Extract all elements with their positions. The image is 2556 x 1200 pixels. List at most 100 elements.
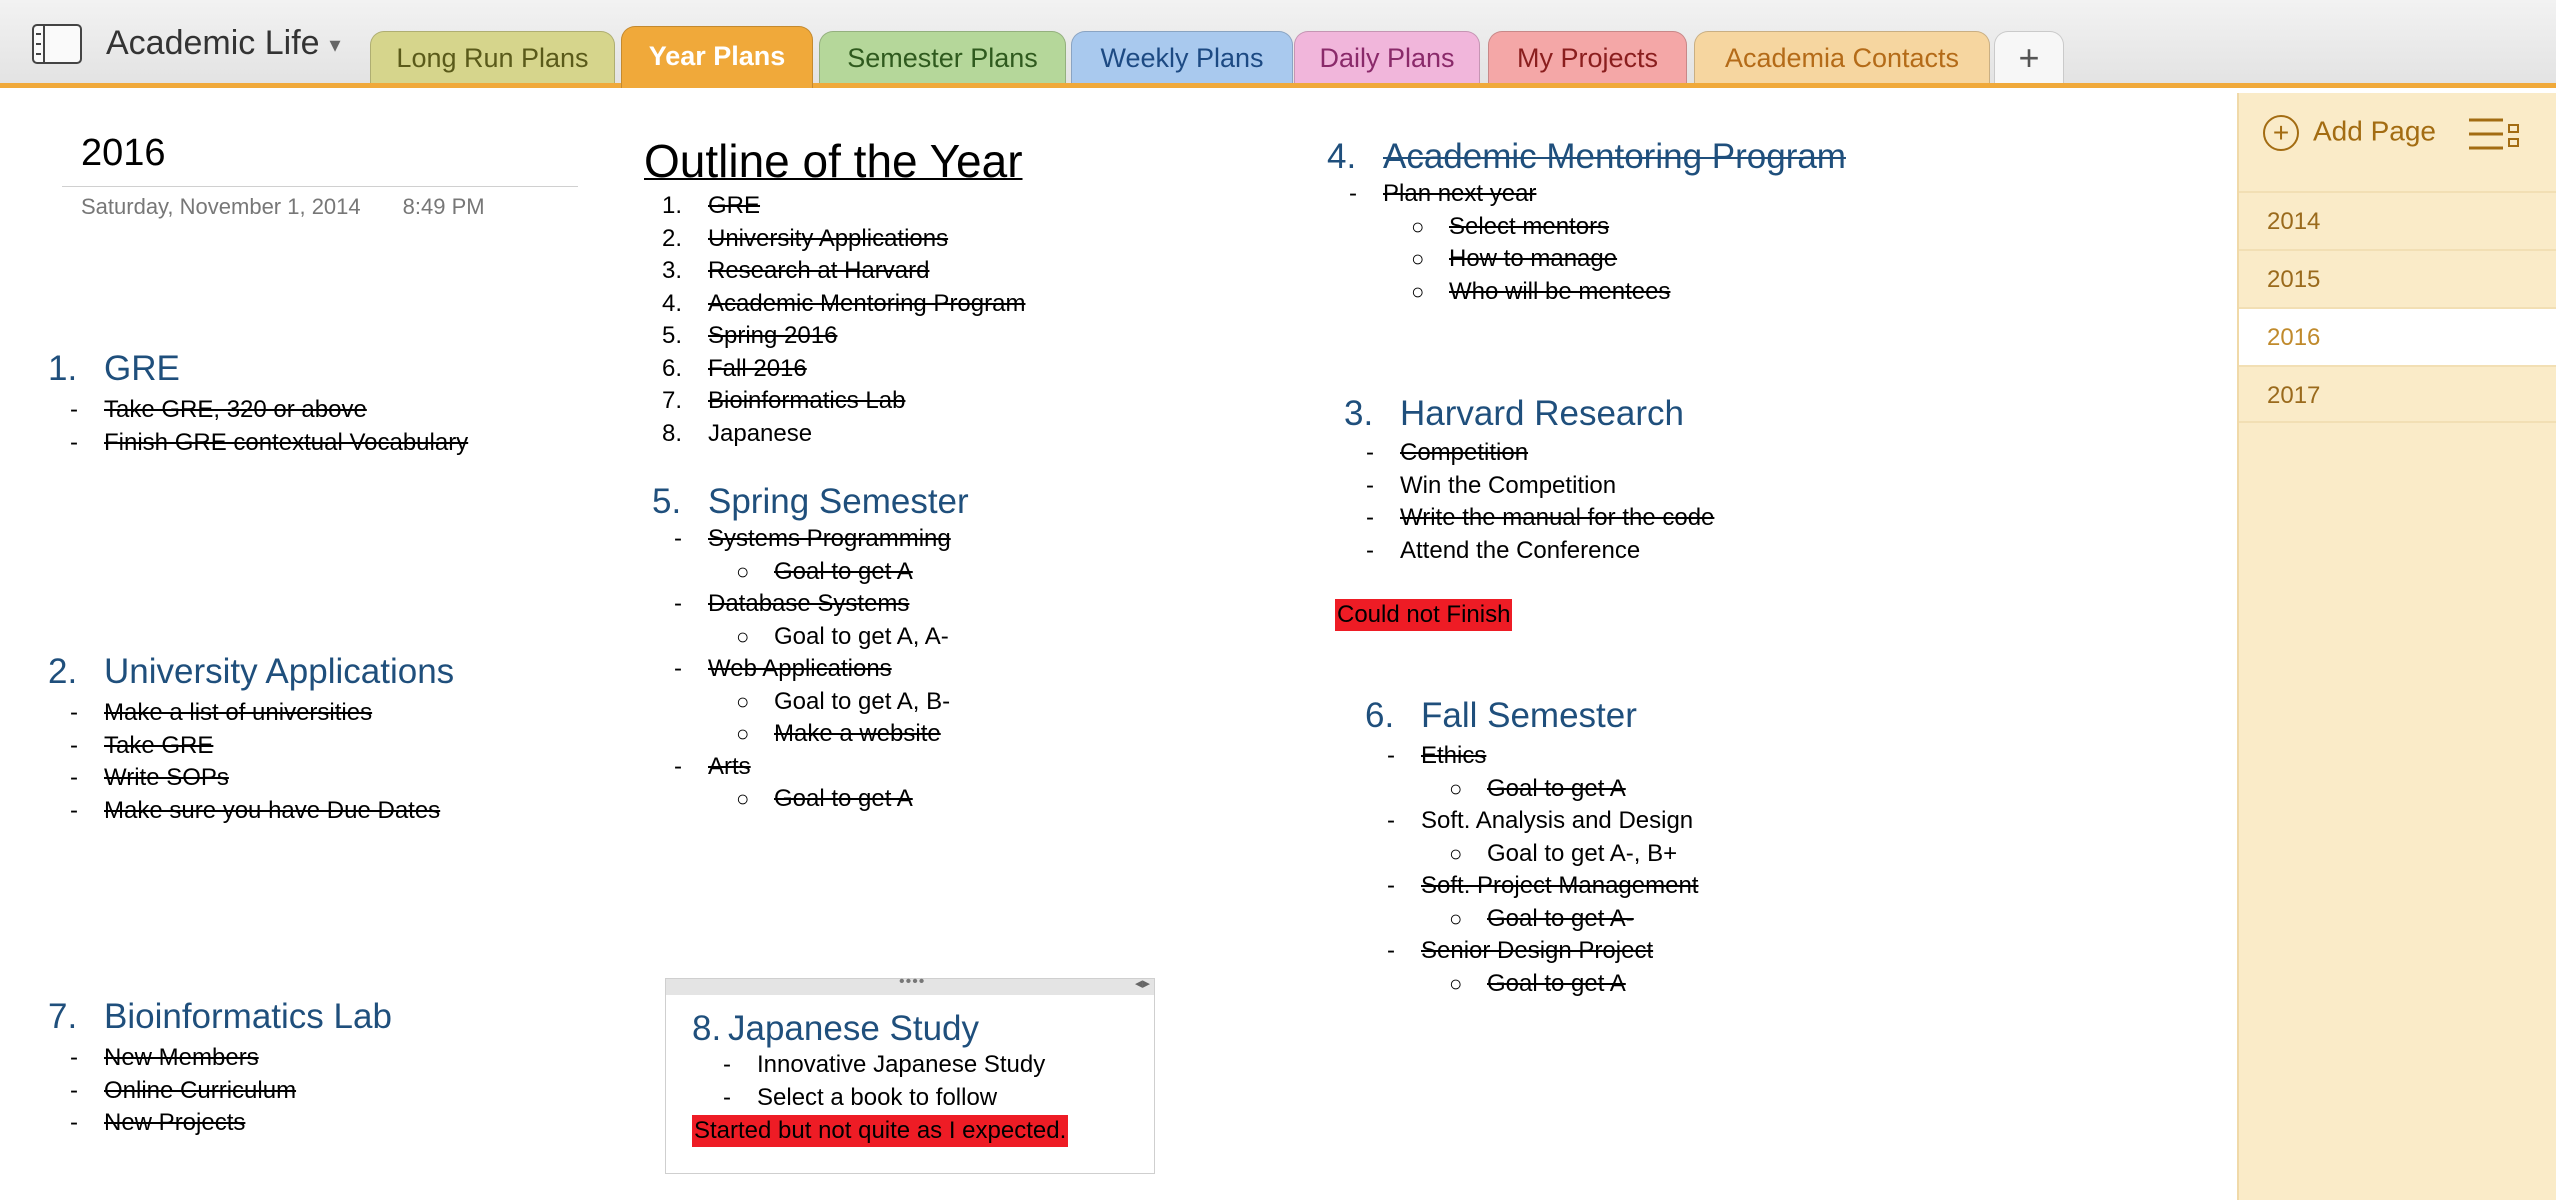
sub-list-item[interactable]: ○ Goal to get A [736,556,951,589]
dash-marker: - [674,655,682,682]
list-item[interactable]: - Select a book to follow [723,1082,1045,1115]
sub-list-item[interactable]: ○ Who will be mentees [1411,276,1671,309]
page-item-2016[interactable]: 2016 [2239,307,2556,365]
list-item[interactable]: - Win the Competition [1366,470,1714,503]
list-item-text: Database Systems [708,590,910,617]
bullet-marker: ○ [736,721,750,746]
note-container-japanese[interactable]: •••• ◂▸ 8. Japanese Study - Innovative Jap… [665,973,1155,1174]
list-item[interactable]: - Database Systems [674,588,951,621]
page-sort-button[interactable] [2467,115,2521,153]
dash-marker: - [1349,180,1357,207]
section-number: 6. [1365,696,1395,735]
section-heading-academic-mentoring[interactable]: 4. Academic Mentoring Program [1327,137,1846,177]
outline-item[interactable]: 6. Fall 2016 [662,353,1025,386]
page-item-2017[interactable]: 2017 [2239,365,2556,423]
tab-my-projects[interactable]: My Projects [1488,31,1687,83]
section-heading-japanese-study[interactable]: 8. Japanese Study [692,1009,979,1049]
list-item-text: Goal to get A, B- [774,687,951,715]
list-item[interactable]: - Ethics [1387,740,1698,773]
list-item[interactable]: - Write SOPs [70,762,440,795]
outline-item[interactable]: 4. Academic Mentoring Program [662,288,1025,321]
outline-item[interactable]: 3. Research at Harvard [662,255,1025,288]
page-item-2014[interactable]: 2014 [2239,191,2556,249]
page-item-label: 2016 [2267,324,2321,351]
list-item[interactable]: - Arts [674,751,951,784]
list-item[interactable]: - Web Applications [674,653,951,686]
sub-list-item[interactable]: ○ Goal to get A-, B+ [1449,838,1698,871]
tab-daily-plans[interactable]: Daily Plans [1294,31,1480,83]
sub-list-item[interactable]: ○ Goal to get A, A- [736,621,951,654]
outline-title[interactable]: Outline of the Year [644,134,1023,188]
section-heading-fall-semester[interactable]: 6. Fall Semester [1365,696,1637,736]
list-item[interactable]: - Senior Design Project [1387,935,1698,968]
sub-list-item[interactable]: ○ Goal to get A- [1449,903,1698,936]
outline-item[interactable]: 1. GRE [662,190,1025,223]
outline-item[interactable]: 5. Spring 2016 [662,320,1025,353]
outline-number: 4. [662,289,683,317]
list-item[interactable]: - Finish GRE contextual Vocabulary [70,427,468,460]
page-title[interactable]: 2016 [81,132,166,175]
list-item[interactable]: - New Projects [70,1107,296,1140]
outline-number: 8. [662,419,683,447]
page-list-sidebar: + Add Page 2014 2015 2016 2017 [2237,93,2556,1200]
outline-item[interactable]: 2. University Applications [662,223,1025,256]
list-item-text: Who will be mentees [1449,277,1671,305]
page-date: Saturday, November 1, 2014 8:49 PM [81,194,485,220]
outline-number: 5. [662,322,683,349]
list-item[interactable]: - Make a list of universities [70,697,440,730]
notebook-icon[interactable] [32,24,82,64]
harvard-list: - Competition - Win the Competition - Write… [1366,437,1714,568]
sub-list-item[interactable]: ○ Select mentors [1411,211,1670,244]
dash-marker: - [1387,807,1395,834]
sub-list-item[interactable]: ○ Goal to get A [1449,773,1698,806]
sub-list-item[interactable]: ○ Goal to get A [736,783,951,816]
section-heading-gre[interactable]: 1. GRE [48,349,180,389]
section-heading-spring-semester[interactable]: 5. Spring Semester [652,482,969,522]
sub-list-item[interactable]: ○ Goal to get A [1449,968,1698,1001]
grip-icon: •••• [899,973,926,990]
tab-year-plans[interactable]: Year Plans [621,26,813,88]
list-item[interactable]: - Innovative Japanese Study [723,1049,1045,1082]
university-list: - Make a list of universities - Take GRE -… [70,697,441,828]
resize-icon[interactable]: ◂▸ [1135,974,1150,992]
notebook-switcher[interactable]: Academic Life ▾ [106,24,341,63]
outline-item[interactable]: 7. Bioinformatics Lab [662,385,1025,418]
highlighted-status-note[interactable]: Could not Finish [1335,599,1513,631]
note-drag-handle[interactable]: •••• ◂▸ [666,973,1154,995]
list-item-text: Online Curriculum [104,1076,297,1104]
list-item[interactable]: - Take GRE, 320 or above [70,394,468,427]
section-heading-bioinformatics-lab[interactable]: 7. Bioinformatics Lab [48,997,392,1037]
tab-label: Daily Plans [1319,43,1455,73]
outline-number: 7. [662,387,683,414]
list-item[interactable]: - Competition [1366,437,1714,470]
list-item[interactable]: - Systems Programming [674,523,951,556]
outline-item[interactable]: 8. Japanese [662,418,1025,451]
tab-weekly-plans[interactable]: Weekly Plans [1071,31,1293,83]
list-item[interactable]: - Plan next year [1349,178,1670,211]
list-item[interactable]: - Attend the Conference [1366,535,1714,568]
list-item[interactable]: - Take GRE [70,730,440,763]
spring-list: - Systems Programming ○ Goal to get A - Dat… [674,523,951,816]
list-item[interactable]: - Make sure you have Due Dates [70,795,441,828]
page-item-2015[interactable]: 2015 [2239,249,2556,307]
tab-academia-contacts[interactable]: Academia Contacts [1694,31,1990,83]
list-item-text: Make sure you have Due Dates [104,796,441,824]
section-heading-harvard-research[interactable]: 3. Harvard Research [1344,394,1684,434]
tab-long-run-plans[interactable]: Long Run Plans [370,31,615,83]
list-item-text: Arts [708,752,751,780]
list-item-text: Senior Design Project [1421,937,1654,964]
bullet-marker: ○ [736,558,750,584]
section-heading-university-applications[interactable]: 2. University Applications [48,652,454,692]
highlighted-status-note[interactable]: Started but not quite as I expected. [692,1115,1069,1147]
sub-list-item[interactable]: ○ Goal to get A, B- [736,686,951,719]
list-item[interactable]: - Write the manual for the code [1366,502,1714,535]
list-item[interactable]: - New Members [70,1042,296,1075]
list-item[interactable]: - Online Curriculum [70,1075,297,1108]
list-item[interactable]: - Soft. Analysis and Design [1387,805,1698,838]
sub-list-item[interactable]: ○ Make a website [736,718,951,751]
sub-list-item[interactable]: ○ How to manage [1411,243,1670,276]
add-page-button[interactable]: + Add Page [2263,115,2436,151]
tab-semester-plans[interactable]: Semester Plans [819,31,1066,83]
list-item[interactable]: - Soft. Project Management [1387,870,1698,903]
add-section-button[interactable]: + [1994,31,2064,83]
